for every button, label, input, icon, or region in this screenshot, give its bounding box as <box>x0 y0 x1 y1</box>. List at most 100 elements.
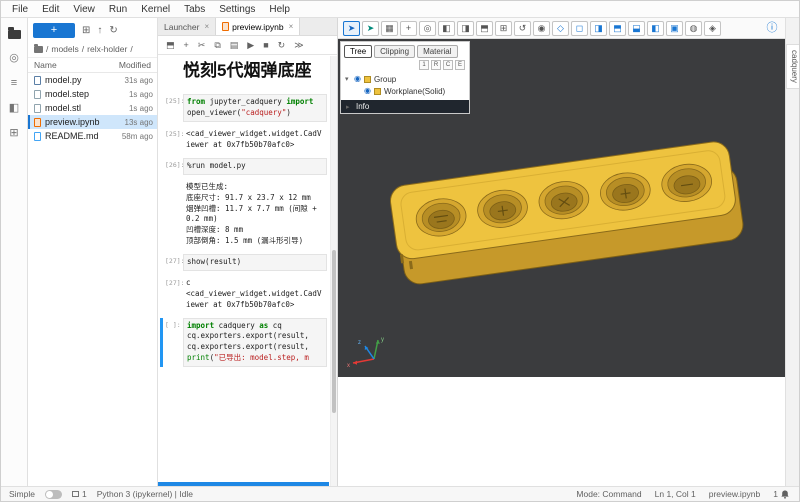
file-row-model.stl[interactable]: model.stl1s ago <box>28 101 157 115</box>
code-input[interactable]: show(result) <box>183 254 327 271</box>
cell-code-5[interactable]: [27]:show(result) <box>160 254 327 271</box>
notebook-horizontal-scrollbar[interactable] <box>158 482 329 486</box>
scrollbar-thumb[interactable] <box>332 250 336 413</box>
menu-help[interactable]: Help <box>262 4 297 15</box>
top-view-button[interactable]: ⬒ <box>609 21 626 36</box>
help-button[interactable]: ⓘ <box>764 21 780 36</box>
file-row-model.py[interactable]: model.py31s ago <box>28 73 157 87</box>
menu-kernel[interactable]: Kernel <box>134 4 177 15</box>
info-section-header[interactable]: ▸ Info <box>341 100 469 113</box>
file-browser-icon[interactable] <box>8 30 21 39</box>
cursor-position[interactable]: Ln 1, Col 1 <box>655 489 696 499</box>
menu-view[interactable]: View <box>66 4 102 15</box>
terminal-sessions[interactable]: 1 <box>72 489 87 499</box>
menu-tabs[interactable]: Tabs <box>177 4 212 15</box>
command-mode-indicator[interactable]: Mode: Command <box>576 489 641 499</box>
restart-kernel-icon[interactable]: ↻ <box>278 40 286 51</box>
insert-cell-icon[interactable]: + <box>184 40 189 50</box>
close-tab-icon[interactable]: × <box>289 22 294 31</box>
table-of-contents-icon[interactable]: ≡ <box>11 78 17 89</box>
cell-code-3[interactable]: [26]:%run model.py <box>160 158 327 175</box>
code-input[interactable]: from jupyter_cadquery import open_viewer… <box>183 94 327 122</box>
run-all-icon[interactable]: ≫ <box>294 40 303 51</box>
tree-node-workplane-solid-[interactable]: ◉Workplane(Solid) <box>341 85 469 97</box>
file-row-preview.ipynb[interactable]: preview.ipynb13s ago <box>28 115 157 129</box>
simple-mode-toggle[interactable] <box>45 490 62 499</box>
back-view-button[interactable]: ◨ <box>590 21 607 36</box>
breadcrumb-relx-holder[interactable]: relx-holder <box>87 44 127 54</box>
code-input[interactable]: import cadquery as cq cq.exporters.expor… <box>183 318 327 368</box>
cad-tab-tree[interactable]: Tree <box>344 45 372 58</box>
measure-mode-button[interactable]: ➤ <box>362 21 379 36</box>
upload-icon[interactable]: ↑ <box>97 25 102 36</box>
tab-preview-ipynb[interactable]: preview.ipynb× <box>216 18 300 35</box>
iso-view-button[interactable]: ◇ <box>552 21 569 36</box>
bottom-view-button[interactable]: ⬓ <box>628 21 645 36</box>
plane-yz-toggle-button[interactable]: ⬒ <box>476 21 493 36</box>
new-folder-icon[interactable]: ⊞ <box>82 25 90 36</box>
extensions-icon[interactable]: ⊞ <box>9 128 18 139</box>
grid-toggle-button[interactable]: ▦ <box>381 21 398 36</box>
close-tab-icon[interactable]: × <box>204 22 209 31</box>
menu-file[interactable]: File <box>5 4 35 15</box>
breadcrumb-models[interactable]: models <box>51 44 78 54</box>
column-name[interactable]: Name <box>34 60 57 70</box>
tree-control-buttons: 1RCE <box>341 60 469 73</box>
black-edges-toggle-button[interactable]: ◈ <box>704 21 721 36</box>
kernel-status[interactable]: Python 3 (ipykernel) | Idle <box>97 489 193 499</box>
axes0-toggle-button[interactable]: ◎ <box>419 21 436 36</box>
property-inspector-icon[interactable]: ◧ <box>9 103 19 114</box>
code-input[interactable]: %run model.py <box>183 158 327 175</box>
tab-launcher[interactable]: Launcher× <box>158 18 216 35</box>
save-icon[interactable]: ⬒ <box>166 40 175 51</box>
cadquery-sidebar-tab[interactable]: cadquery <box>786 44 799 89</box>
visibility-eye-icon[interactable]: ◉ <box>354 75 361 83</box>
cell-code-7[interactable]: [ ]:import cadquery as cq cq.exporters.e… <box>160 318 327 368</box>
cell-output-6[interactable]: [27]:c <cad_viewer_widget.widget.CadView… <box>160 276 327 313</box>
cad-tab-clipping[interactable]: Clipping <box>374 45 415 58</box>
cad-viewport[interactable]: TreeClippingMaterial 1RCE ▾◉Group◉Workpl… <box>338 39 785 377</box>
cut-cell-icon[interactable]: ✂ <box>198 40 206 51</box>
axes-toggle-button[interactable]: + <box>400 21 417 36</box>
copy-cell-icon[interactable]: ⧉ <box>214 40 220 51</box>
cad-tab-material[interactable]: Material <box>417 45 457 58</box>
home-folder-icon[interactable] <box>34 46 43 53</box>
tree-button-e[interactable]: E <box>455 60 465 70</box>
paste-cell-icon[interactable]: ▤ <box>230 40 239 51</box>
transparent-toggle-button[interactable]: ◍ <box>685 21 702 36</box>
select-mode-button[interactable]: ➤ <box>343 21 360 36</box>
menu-settings[interactable]: Settings <box>212 4 262 15</box>
refresh-icon[interactable]: ↻ <box>109 25 117 36</box>
cell-markdown-0[interactable]: 悦刻5代烟弹底座 <box>160 59 327 89</box>
cell-output-2[interactable]: [25]:<cad_viewer_widget.widget.CadViewer… <box>160 127 327 153</box>
cell-code-1[interactable]: [25]:from jupyter_cadquery import open_v… <box>160 94 327 122</box>
front-view-button[interactable]: ◻ <box>571 21 588 36</box>
cell-prompt <box>160 59 183 89</box>
interrupt-kernel-icon[interactable]: ■ <box>263 40 268 50</box>
file-row-README.md[interactable]: README.md58m ago <box>28 129 157 143</box>
file-row-model.step[interactable]: model.step1s ago <box>28 87 157 101</box>
ortho-toggle-button[interactable]: ⊞ <box>495 21 512 36</box>
tree-button-1[interactable]: 1 <box>419 60 429 70</box>
right-view-button[interactable]: ▣ <box>666 21 683 36</box>
py-file-icon <box>34 76 41 85</box>
plane-xz-toggle-button[interactable]: ◨ <box>457 21 474 36</box>
notebook-vertical-scrollbar[interactable] <box>330 56 337 486</box>
notifications-button[interactable]: 1 <box>773 489 789 499</box>
menu-run[interactable]: Run <box>102 4 134 15</box>
menu-edit[interactable]: Edit <box>35 4 66 15</box>
plane-xy-toggle-button[interactable]: ◧ <box>438 21 455 36</box>
running-sessions-icon[interactable]: ◎ <box>9 53 19 64</box>
cell-output-4[interactable]: 模型已生成: 底座尺寸: 91.7 x 23.7 x 12 mm 烟弹凹槽: 1… <box>160 180 327 249</box>
column-modified[interactable]: Modified <box>119 60 151 70</box>
tree-button-c[interactable]: C <box>443 60 453 70</box>
notebook-icon <box>222 22 229 31</box>
tree-node-group[interactable]: ▾◉Group <box>341 73 469 85</box>
visibility-eye-icon[interactable]: ◉ <box>364 87 371 95</box>
fit-view-button[interactable]: ◉ <box>533 21 550 36</box>
tree-button-r[interactable]: R <box>431 60 441 70</box>
new-launcher-button[interactable]: + <box>33 23 75 38</box>
left-view-button[interactable]: ◧ <box>647 21 664 36</box>
run-cell-icon[interactable]: ▶ <box>247 40 254 51</box>
reset-view-button[interactable]: ↺ <box>514 21 531 36</box>
